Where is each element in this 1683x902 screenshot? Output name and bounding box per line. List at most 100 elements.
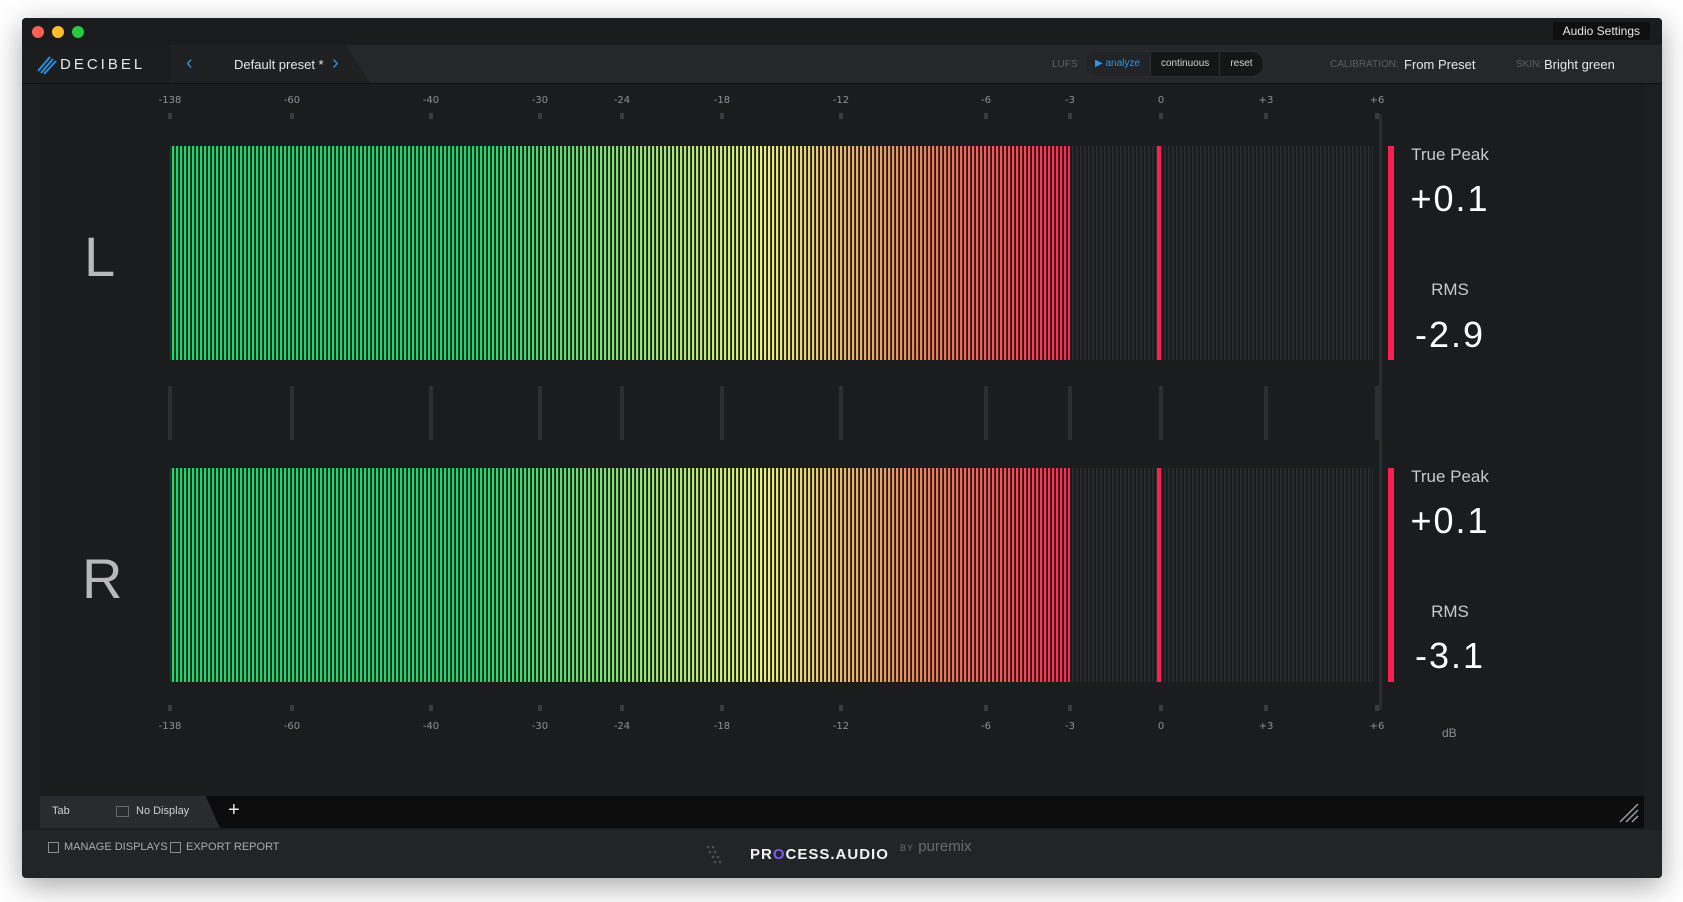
- display-icon: [116, 806, 129, 817]
- scale-divider-tick: [984, 386, 988, 440]
- scale-label-top: +3: [1259, 95, 1274, 106]
- scale-label-bottom: -138: [159, 721, 182, 732]
- scale-label-bottom: +3: [1259, 721, 1274, 732]
- scale-tick-bottom: [538, 705, 542, 711]
- skin-dropdown[interactable]: Bright green: [1544, 57, 1615, 72]
- scale-tick-top: [168, 113, 172, 119]
- title-bar: Audio Settings: [22, 18, 1662, 45]
- scale-label-bottom: -40: [423, 721, 439, 732]
- continuous-button[interactable]: continuous: [1151, 52, 1221, 76]
- scale-tick-bottom: [290, 705, 294, 711]
- process-audio-logo: PROCESS.AUDIO: [750, 846, 889, 863]
- scale-tick-bottom: [720, 705, 724, 711]
- scale-divider-tick: [168, 386, 172, 440]
- scale-divider-tick: [620, 386, 624, 440]
- reset-button[interactable]: reset: [1220, 52, 1262, 76]
- resize-grip-icon[interactable]: [1618, 802, 1640, 824]
- analyze-button[interactable]: ▶ analyze: [1085, 52, 1151, 76]
- audio-settings-button[interactable]: Audio Settings: [1552, 22, 1650, 40]
- preset-name[interactable]: Default preset *: [234, 57, 324, 72]
- display-tab-bar: Tab No Display +: [40, 796, 1644, 828]
- manage-displays-button[interactable]: MANAGE DISPLAYS: [48, 841, 168, 853]
- lufs-controls: ▶ analyze continuous reset: [1084, 51, 1264, 77]
- manage-displays-icon: [48, 841, 59, 853]
- scale-divider-tick: [1264, 386, 1268, 440]
- scale-label-top: -12: [833, 95, 849, 106]
- zoom-window-button[interactable]: [72, 26, 84, 38]
- scale-divider-tick: [1159, 386, 1163, 440]
- scale-label-bottom: -6: [981, 721, 991, 732]
- unit-label: dB: [1442, 726, 1457, 740]
- channel-label-right: R: [82, 547, 123, 610]
- scale-label-bottom: -60: [284, 721, 300, 732]
- right-true-peak-label: True Peak: [1411, 467, 1489, 486]
- puremix-logo: BY puremix: [900, 838, 972, 855]
- scale-tick-top: [429, 113, 433, 119]
- scale-tick-bottom: [168, 705, 172, 711]
- scale-label-top: -60: [284, 95, 300, 106]
- decibel-logo-icon: [37, 56, 57, 75]
- left-true-peak-label: True Peak: [1411, 145, 1489, 164]
- chevron-left-icon[interactable]: ‹: [186, 53, 193, 73]
- app-logo-text: DECIBEL: [60, 56, 146, 73]
- minimize-window-button[interactable]: [52, 26, 64, 38]
- scale-tick-top: [720, 113, 724, 119]
- header-bar: DECIBEL ‹ Default preset * › LUFS ▶ anal…: [22, 45, 1662, 84]
- scale-label-bottom: -12: [833, 721, 849, 732]
- brand-area: DECIBEL: [22, 45, 170, 83]
- lufs-label: LUFS: [1052, 59, 1078, 70]
- scale-divider-tick: [839, 386, 843, 440]
- scale-tick-top: [1264, 113, 1268, 119]
- scale-label-top: 0: [1158, 95, 1164, 106]
- app-window: Audio Settings DECIBEL ‹ Default preset …: [22, 18, 1662, 878]
- export-report-button[interactable]: EXPORT REPORT: [170, 841, 280, 853]
- scale-divider-tick: [1375, 386, 1379, 440]
- left-true-peak-value: +0.1: [1410, 178, 1490, 219]
- scale-tick-top: [290, 113, 294, 119]
- scale-tick-top: [1375, 113, 1379, 119]
- left-rms-label: RMS: [1431, 280, 1469, 299]
- scale-divider-tick: [1068, 386, 1072, 440]
- scale-tick-top: [538, 113, 542, 119]
- level-bar-stripes-R: [170, 468, 1070, 682]
- scale-label-top: +6: [1370, 95, 1385, 106]
- scale-tick-top: [1068, 113, 1072, 119]
- scale-label-top: -138: [159, 95, 182, 106]
- scale-label-bottom: +6: [1370, 721, 1385, 732]
- skin-label: SKIN:: [1516, 59, 1543, 70]
- tab-name: Tab: [52, 805, 70, 817]
- scale-divider-tick: [429, 386, 433, 440]
- scale-tick-bottom: [1159, 705, 1163, 711]
- scale-label-bottom: -18: [714, 721, 730, 732]
- scale-label-bottom: -24: [614, 721, 630, 732]
- calibration-dropdown[interactable]: From Preset: [1404, 57, 1476, 72]
- report-icon: [170, 841, 181, 853]
- scale-tick-bottom: [620, 705, 624, 711]
- level-bar-stripes-L: [170, 146, 1070, 360]
- scale-divider-tick: [290, 386, 294, 440]
- scale-label-bottom: -30: [532, 721, 548, 732]
- right-rms-label: RMS: [1431, 602, 1469, 621]
- scale-tick-bottom: [984, 705, 988, 711]
- scale-tick-top: [984, 113, 988, 119]
- calibration-label: CALIBRATION:: [1330, 59, 1399, 70]
- scale-tick-top: [1159, 113, 1163, 119]
- scale-label-top: -18: [714, 95, 730, 106]
- tab-display-name: No Display: [136, 805, 190, 817]
- chevron-right-icon[interactable]: ›: [332, 53, 339, 73]
- display-tab[interactable]: Tab No Display: [40, 796, 220, 828]
- close-window-button[interactable]: [32, 26, 44, 38]
- scale-label-bottom: 0: [1158, 721, 1164, 732]
- dots-pattern-icon: [706, 845, 722, 864]
- scale-tick-top: [620, 113, 624, 119]
- right-true-peak-value: +0.1: [1410, 500, 1490, 541]
- preset-selector: ‹ Default preset * ›: [170, 45, 370, 83]
- scale-tick-top: [839, 113, 843, 119]
- scale-label-top: -6: [981, 95, 991, 106]
- channel-label-left: L: [84, 225, 116, 288]
- scale-tick-bottom: [1264, 705, 1268, 711]
- footer-bar: MANAGE DISPLAYS EXPORT REPORT PROCESS.AU…: [22, 830, 1662, 878]
- peak-hold-marker-L: [1157, 146, 1161, 360]
- scale-tick-bottom: [839, 705, 843, 711]
- add-tab-icon[interactable]: +: [228, 799, 240, 822]
